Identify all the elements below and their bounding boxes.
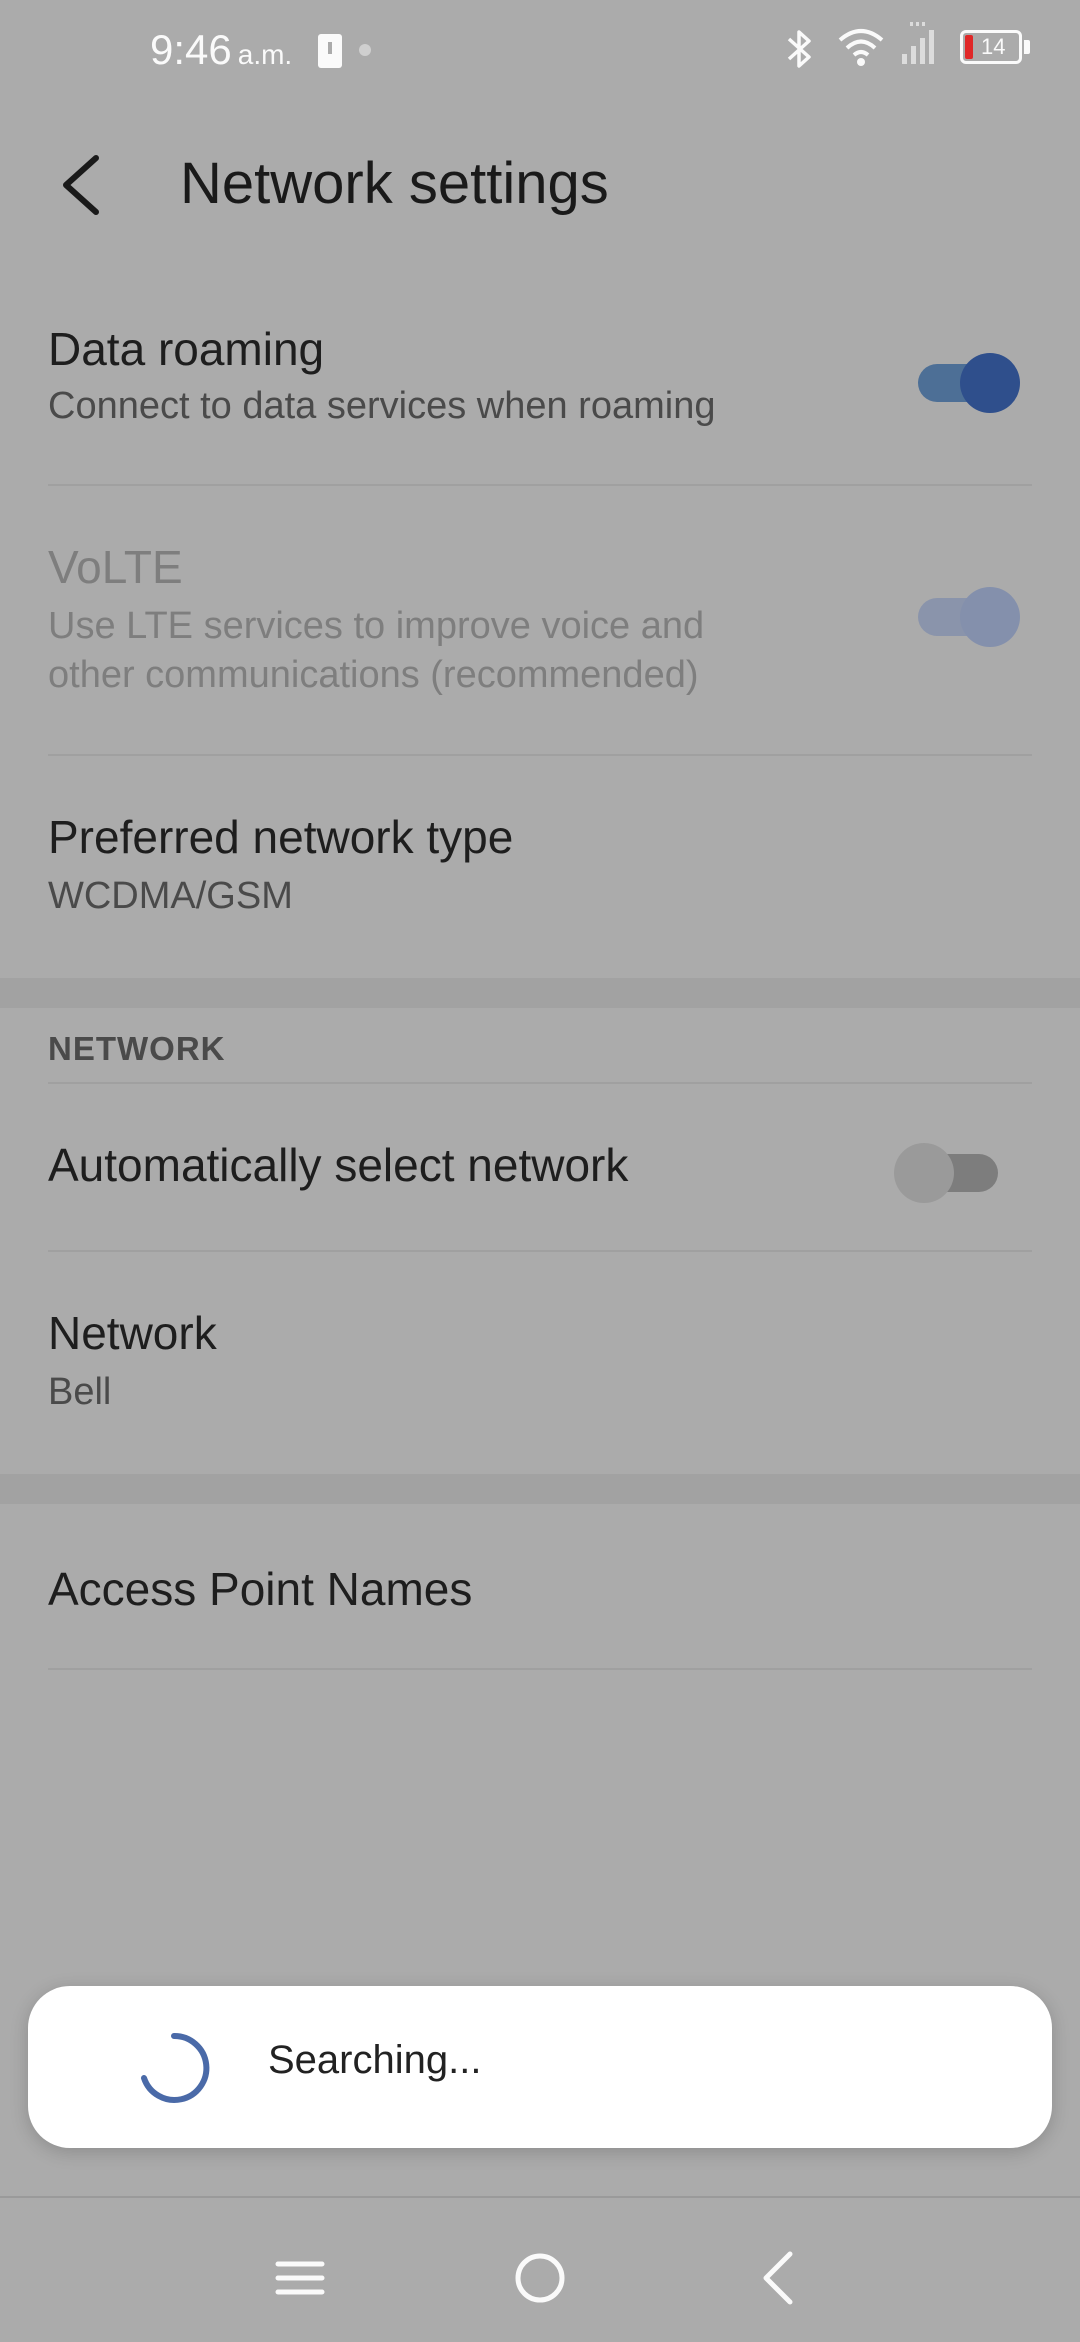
battery-level-fill [965, 35, 973, 59]
section-separator [0, 978, 1080, 1008]
data-roaming-switch[interactable] [910, 344, 1020, 414]
auto-select-network-switch[interactable] [894, 1134, 1004, 1204]
divider [48, 1250, 1032, 1252]
volte-subtitle-line1: Use LTE services to improve voice and [48, 605, 705, 647]
searching-text: Searching... [268, 2038, 482, 2082]
status-bar: 9:46 a.m. 14 [0, 0, 1080, 100]
volte-subtitle-line2: other communications (recommended) [48, 654, 699, 696]
switch-thumb [960, 353, 1020, 413]
divider [48, 484, 1032, 486]
auto-select-network-row[interactable]: Automatically select network [0, 1084, 1080, 1250]
preferred-network-type-row[interactable]: Preferred network type WCDMA/GSM [0, 810, 1080, 960]
signal-icon [902, 22, 934, 64]
loading-spinner-icon [141, 2032, 210, 2103]
preferred-network-type-title: Preferred network type [48, 811, 514, 863]
data-roaming-subtitle: Connect to data services when roaming [48, 385, 716, 427]
page-title: Network settings [180, 151, 609, 216]
menu-icon [275, 2261, 325, 2295]
data-roaming-title: Data roaming [48, 323, 325, 375]
battery-cap [1024, 40, 1030, 54]
navigation-bar [0, 2196, 1080, 2342]
switch-thumb [960, 587, 1020, 647]
home-circle-icon [515, 2253, 565, 2303]
time-text: 9:46 [150, 26, 232, 73]
back-button[interactable] [44, 140, 124, 230]
wifi-icon [838, 29, 884, 66]
alert-icon [318, 34, 342, 68]
chevron-left-icon [763, 2251, 793, 2305]
recent-apps-button[interactable] [260, 2238, 340, 2318]
access-point-names-title: Access Point Names [48, 1563, 473, 1615]
volte-row: VoLTE Use LTE services to improve voice … [0, 540, 1080, 750]
battery-icon: 14 [960, 30, 1022, 64]
network-value: Bell [48, 1371, 112, 1413]
back-arrow-icon [63, 155, 99, 215]
section-separator [0, 1474, 1080, 1504]
network-section-header: NETWORK [48, 1030, 226, 1067]
notification-dot-icon [359, 44, 371, 56]
battery-level-text: 14 [981, 34, 1006, 59]
searching-dialog: Searching... [28, 1986, 1052, 2148]
bluetooth-icon [787, 30, 811, 68]
home-button[interactable] [500, 2238, 580, 2318]
preferred-network-type-value: WCDMA/GSM [48, 875, 293, 917]
network-title: Network [48, 1307, 217, 1359]
data-roaming-row[interactable]: Data roaming Connect to data services wh… [0, 310, 1080, 484]
auto-select-network-title: Automatically select network [48, 1139, 629, 1191]
access-point-names-row[interactable]: Access Point Names [0, 1504, 1080, 1668]
network-row[interactable]: Network Bell [0, 1306, 1080, 1466]
volte-title: VoLTE [48, 541, 183, 593]
time-ampm: a.m. [237, 39, 293, 70]
divider [48, 754, 1032, 756]
switch-thumb [894, 1143, 954, 1203]
volte-switch [910, 578, 1020, 648]
status-time: 9:46 a.m. [150, 26, 292, 74]
nav-back-button[interactable] [740, 2238, 820, 2318]
divider [48, 1668, 1032, 1670]
